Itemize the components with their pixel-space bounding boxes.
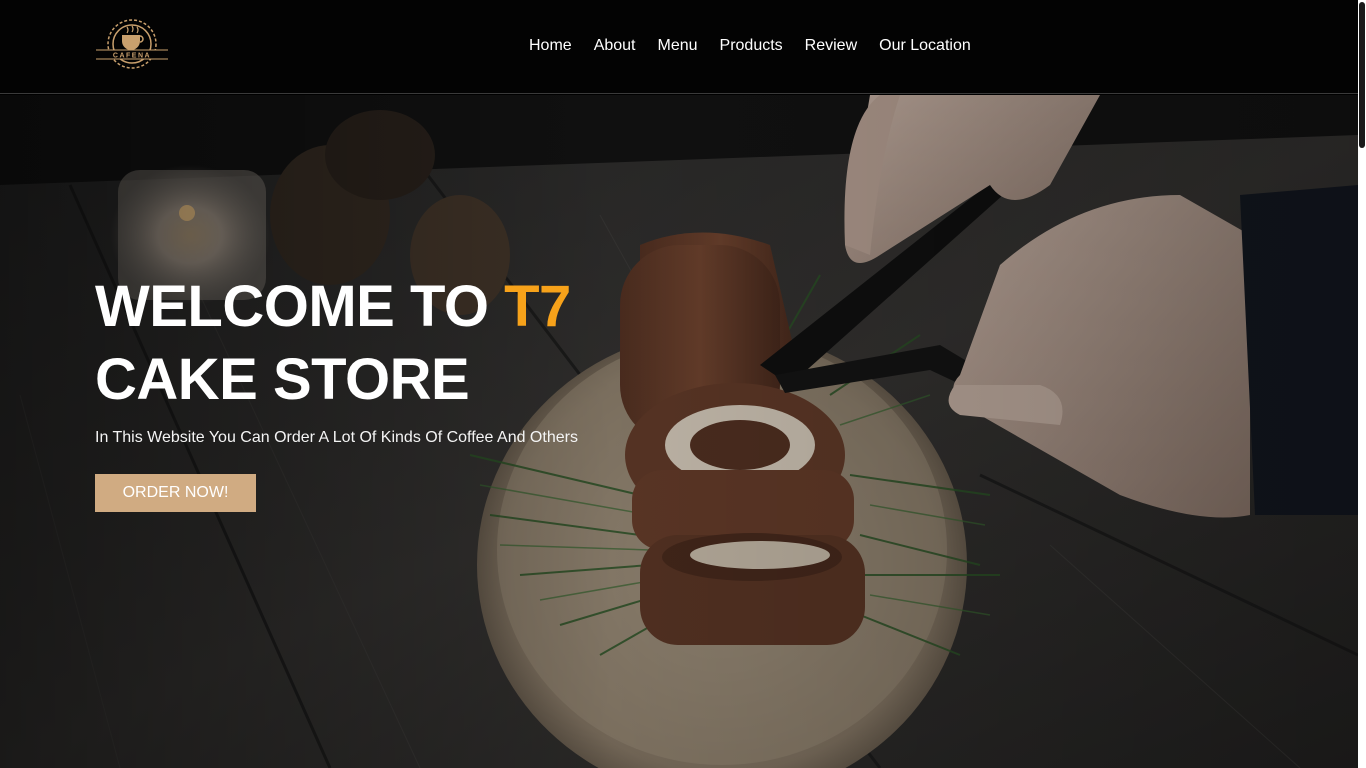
site-header: CAFENA Home About Menu Products Review O… <box>0 0 1358 94</box>
main-nav: Home About Menu Products Review Our Loca… <box>529 36 971 56</box>
scrollbar-thumb[interactable] <box>1359 2 1365 148</box>
cafena-logo[interactable]: CAFENA <box>94 13 170 77</box>
nav-review[interactable]: Review <box>805 36 857 56</box>
nav-our-location[interactable]: Our Location <box>879 36 971 56</box>
order-now-button[interactable]: ORDER NOW! <box>95 474 256 512</box>
logo-text: CAFENA <box>113 53 151 60</box>
nav-about[interactable]: About <box>594 36 636 56</box>
hero-subtitle: In This Website You Can Order A Lot Of K… <box>95 429 578 446</box>
page-scrollbar[interactable] <box>1358 0 1366 768</box>
nav-products[interactable]: Products <box>720 36 783 56</box>
hero-title-accent: T7 <box>504 274 571 339</box>
nav-home[interactable]: Home <box>529 36 572 56</box>
hero-title-line1: WELCOME TO <box>95 274 505 339</box>
hero-section: WELCOME TO T7 CAKE STORE In This Website… <box>0 95 1358 768</box>
hero-content: WELCOME TO T7 CAKE STORE In This Website… <box>95 270 578 512</box>
hero-title: WELCOME TO T7 CAKE STORE <box>95 270 578 416</box>
hero-title-line2: CAKE STORE <box>95 347 470 412</box>
nav-menu[interactable]: Menu <box>658 36 698 56</box>
